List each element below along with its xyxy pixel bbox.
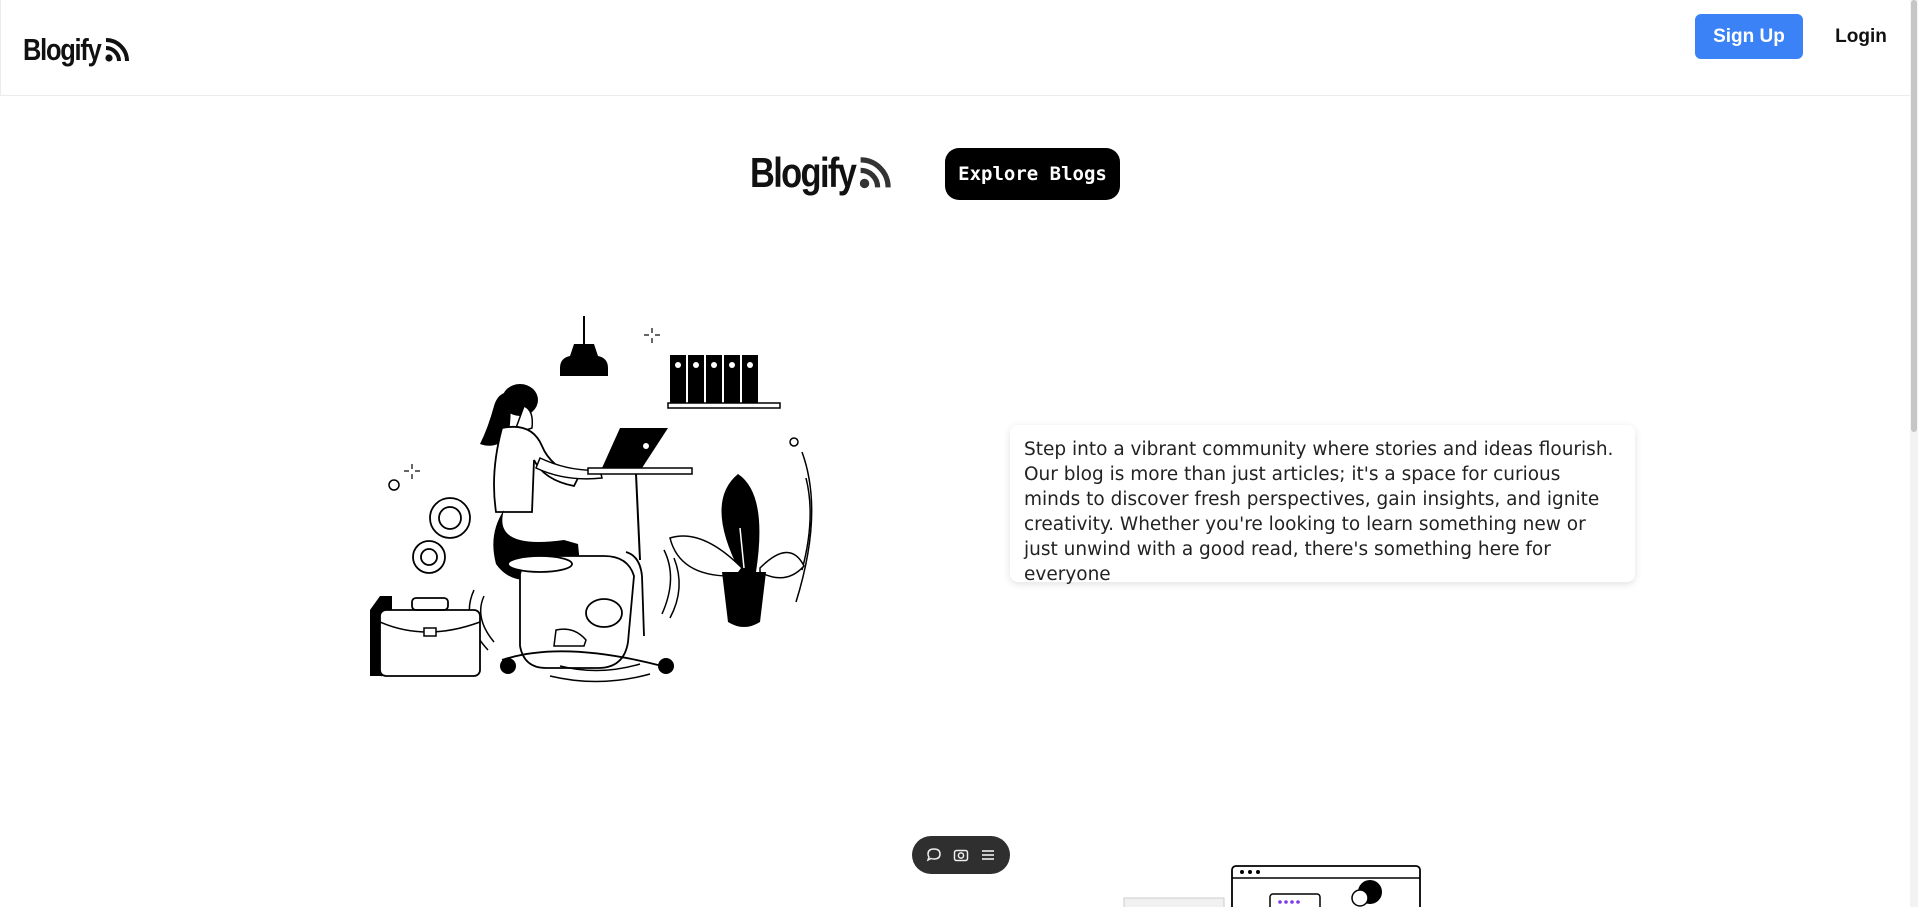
- rss-icon: [104, 38, 129, 62]
- intro-card: Step into a vibrant community where stor…: [1010, 425, 1635, 585]
- rss-icon: [860, 157, 892, 189]
- chat-icon[interactable]: [924, 845, 944, 865]
- hero-brand-name: Blogify: [750, 149, 857, 196]
- signup-button[interactable]: Sign Up: [1695, 14, 1803, 59]
- brand-logo[interactable]: Blogify: [23, 30, 130, 70]
- menu-icon[interactable]: [978, 845, 998, 865]
- bottom-illustration: [1123, 865, 1421, 907]
- explore-blogs-button[interactable]: Explore Blogs: [945, 148, 1120, 200]
- scrollbar[interactable]: [1910, 0, 1918, 907]
- intro-text: Step into a vibrant community where stor…: [1024, 439, 1614, 585]
- hero-logo: Blogify: [750, 148, 892, 198]
- brand-name: Blogify: [23, 32, 102, 67]
- navbar: Blogify Sign Up Login: [0, 0, 1916, 96]
- page: Blogify Sign Up Login Blogify Explore Bl…: [0, 0, 1918, 907]
- floating-toolbar: [912, 836, 1010, 874]
- hero-illustration: [370, 316, 813, 683]
- camera-icon[interactable]: [951, 845, 971, 865]
- scrollbar-thumb[interactable]: [1911, 0, 1917, 432]
- login-button[interactable]: Login: [1825, 14, 1897, 59]
